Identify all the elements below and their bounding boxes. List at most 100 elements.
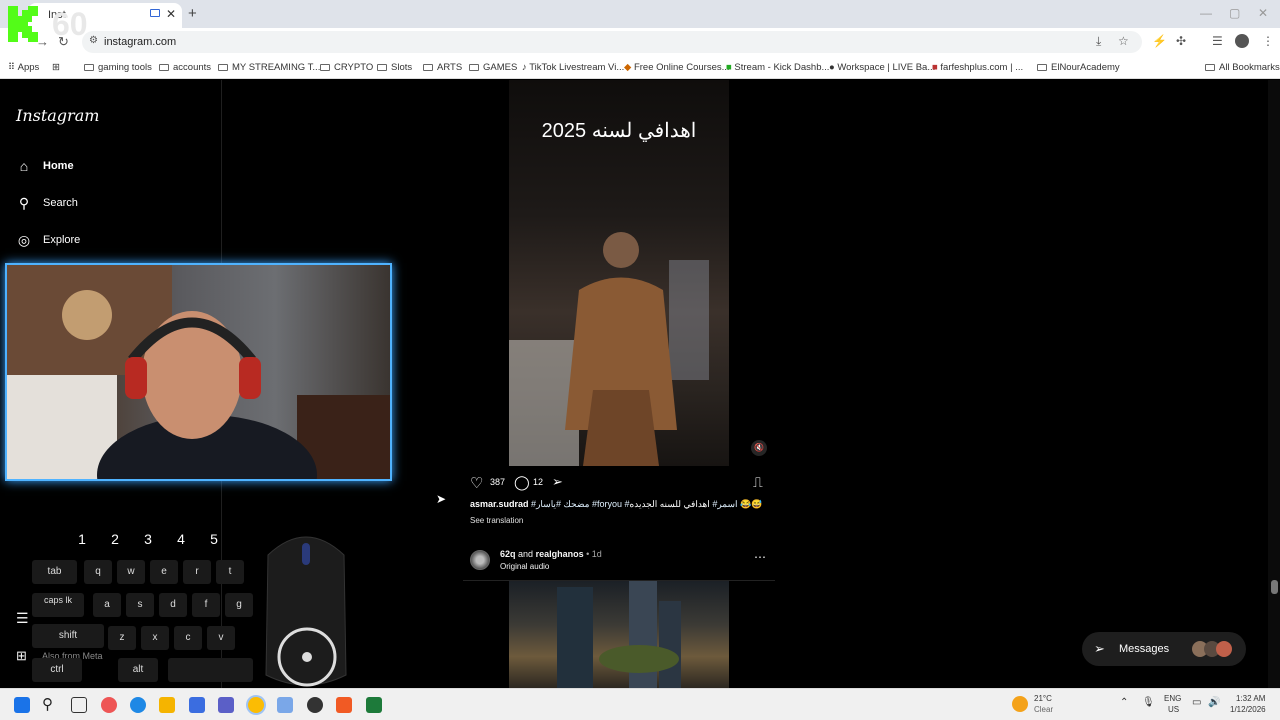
bookmark-farfesh[interactable]: ■ farfeshplus.com | ... <box>932 62 1023 73</box>
search-icon[interactable]: ⚲ <box>42 695 53 713</box>
messages-label: Messages <box>1119 643 1170 655</box>
app-icon[interactable] <box>101 697 117 713</box>
like-icon[interactable]: ♡ <box>470 474 483 492</box>
key: caps lk <box>32 593 84 617</box>
address-toolbar: → ↻ ⚙ instagram.com ⤓ ☆ ⚡ ✣ ☰ ⋮ <box>0 28 1280 56</box>
bookmark-folder[interactable]: accounts <box>159 62 211 73</box>
edge-icon[interactable] <box>130 697 146 713</box>
key: g <box>225 593 253 617</box>
bookmark-workspace[interactable]: ● Workspace | LIVE Ba... <box>829 62 935 73</box>
feed: اهدافي لسنه 2025 🔇 ♡ 387 ◯ 12 ➢ ⎍ asmar.… <box>463 80 775 688</box>
folder-icon <box>320 64 330 71</box>
bookmark-folder[interactable]: ARTS <box>423 62 462 73</box>
brave-icon[interactable] <box>336 697 352 713</box>
bookmark-folder[interactable]: GAMES <box>469 62 517 73</box>
video-frame <box>509 581 729 688</box>
instagram-logo[interactable]: Instagram <box>16 106 99 125</box>
see-translation-link[interactable]: See translation <box>470 516 523 525</box>
key: w <box>117 560 145 584</box>
search-icon: ⚲ <box>18 195 30 211</box>
volume-icon[interactable]: 🔊 <box>1208 697 1220 708</box>
comment-count[interactable]: 12 <box>533 477 543 487</box>
key: 5 <box>210 531 218 547</box>
meta-apps-icon[interactable]: ⊞ <box>16 648 27 664</box>
menu-kebab-icon[interactable]: ⋮ <box>1262 34 1274 48</box>
post-video[interactable]: اهدافي لسنه 2025 🔇 <box>463 80 775 466</box>
obs-icon[interactable] <box>307 697 323 713</box>
comment-icon[interactable]: ◯ <box>514 474 530 491</box>
windows-start-icon[interactable] <box>14 697 30 713</box>
avatar[interactable] <box>470 550 490 570</box>
key: s <box>126 593 154 617</box>
new-tab-button[interactable]: + <box>188 5 197 22</box>
share-icon[interactable]: ➢ <box>552 474 563 490</box>
bookmark-courses[interactable]: ◆ Free Online Courses... <box>624 62 730 73</box>
bookmark-folder[interactable]: Slots <box>377 62 412 73</box>
key: v <box>207 626 235 650</box>
nav-home-label: Home <box>43 160 74 172</box>
more-menu-icon[interactable]: ☰ <box>16 610 29 627</box>
taskbar: ⚲ 21°C Clear ⌃ 🎙 ENG US ▭ 🔊 1:32 AM 1/12… <box>0 688 1280 720</box>
store-icon[interactable] <box>189 697 205 713</box>
file-explorer-icon[interactable] <box>159 697 175 713</box>
extension-icon[interactable]: ⚡ <box>1152 34 1167 48</box>
folder-icon <box>159 64 169 71</box>
page-scrollbar[interactable] <box>1268 80 1280 688</box>
weather-desc[interactable]: Clear <box>1034 705 1053 714</box>
grid-icon[interactable]: ⊞ <box>52 62 60 73</box>
weather-moon-icon[interactable] <box>1012 696 1028 712</box>
bookmark-kick[interactable]: ■ Stream - Kick Dashb... <box>726 62 829 73</box>
weather-temp[interactable]: 21°C <box>1034 694 1052 703</box>
bookmark-folder[interactable]: gaming tools <box>84 62 152 73</box>
like-count[interactable]: 387 <box>490 477 505 487</box>
post-caption-text: اهدافي للسنه الجديده 😂😅 <box>629 499 763 509</box>
tray-chevron-icon[interactable]: ⌃ <box>1120 697 1128 708</box>
bookmark-tiktok[interactable]: ♪ TikTok Livestream Vi... <box>522 62 624 73</box>
bookmark-folder[interactable]: CRYPTO <box>320 62 373 73</box>
microphone-icon[interactable]: 🎙 <box>1142 697 1155 708</box>
key: ctrl <box>32 658 82 682</box>
folder-icon <box>218 64 228 71</box>
nav-explore[interactable]: ◎ Explore <box>16 232 80 248</box>
messages-button[interactable]: ➢ Messages <box>1082 632 1246 666</box>
url-field[interactable]: ⚙ instagram.com <box>82 31 1142 53</box>
network-icon[interactable]: ▭ <box>1192 697 1201 708</box>
all-bookmarks[interactable]: All Bookmarks <box>1205 62 1280 73</box>
courses-icon: ◆ <box>624 62 634 73</box>
maximize-icon[interactable]: ▢ <box>1229 6 1240 20</box>
bookmark-star-icon[interactable]: ☆ <box>1118 34 1129 48</box>
close-window-icon[interactable]: ✕ <box>1258 6 1268 20</box>
keyboard-overlay: 1 2 3 4 5 tab q w e r t caps lk a s d f … <box>30 525 255 688</box>
chrome-icon[interactable] <box>248 697 264 713</box>
teams-icon[interactable] <box>218 697 234 713</box>
mute-icon[interactable]: 🔇 <box>751 440 767 456</box>
nav-home[interactable]: ⌂ Home <box>16 158 74 174</box>
scrollbar-thumb[interactable] <box>1271 580 1278 594</box>
excel-icon[interactable] <box>366 697 382 713</box>
task-view-icon[interactable] <box>71 697 87 713</box>
post-username[interactable]: realghanos <box>536 549 584 559</box>
bookmark-apps[interactable]: ⠿ Apps <box>8 62 39 73</box>
more-options-icon[interactable]: ⋯ <box>754 550 766 564</box>
language-top[interactable]: ENG <box>1164 694 1181 703</box>
app-icon[interactable] <box>277 697 293 713</box>
audio-label[interactable]: Original audio <box>500 562 549 571</box>
tab-search-icon[interactable]: ☰ <box>1212 34 1223 48</box>
nav-search[interactable]: ⚲ Search <box>16 195 78 211</box>
profile-avatar[interactable] <box>1235 34 1249 48</box>
key: f <box>192 593 220 617</box>
post-video[interactable] <box>463 580 775 688</box>
install-app-icon[interactable]: ⤓ <box>1096 34 1101 49</box>
save-bookmark-icon[interactable]: ⎍ <box>753 474 763 491</box>
minimize-icon[interactable]: — <box>1200 6 1212 20</box>
close-tab-icon[interactable]: ✕ <box>166 7 176 21</box>
clock-time[interactable]: 1:32 AM <box>1236 694 1265 703</box>
post-username[interactable]: asmar.sudrad <box>470 499 529 509</box>
post-caption: asmar.sudrad #مضحك #ياسار #foryou #اسمر#… <box>470 499 770 510</box>
extensions-puzzle-icon[interactable]: ✣ <box>1176 34 1186 48</box>
language-bottom[interactable]: US <box>1168 705 1179 714</box>
post-username[interactable]: 62q <box>500 549 516 559</box>
clock-date[interactable]: 1/12/2026 <box>1230 705 1266 714</box>
bookmark-folder[interactable]: MY STREAMING T... <box>218 62 320 73</box>
bookmark-folder[interactable]: ElNourAcademy <box>1037 62 1120 73</box>
